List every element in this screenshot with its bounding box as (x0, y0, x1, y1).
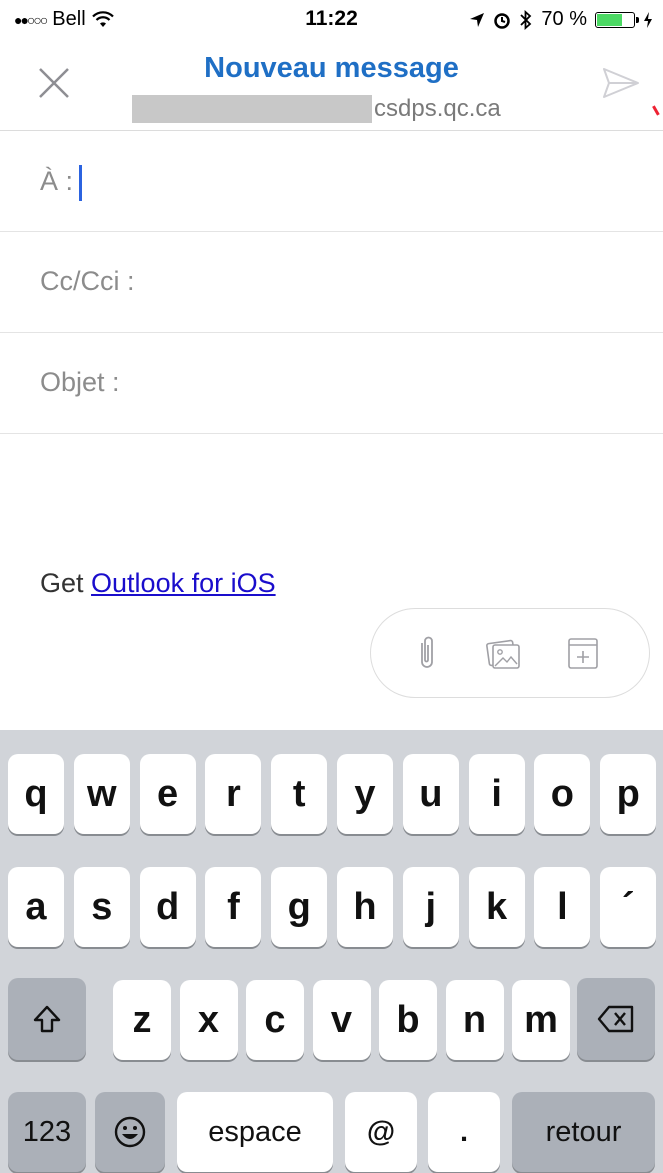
key-0[interactable]: z (113, 980, 171, 1060)
dot-key[interactable]: . (428, 1092, 500, 1172)
signature-prefix: Get (40, 568, 92, 598)
key-7[interactable]: i (468, 754, 525, 834)
page-title: Nouveau message (204, 52, 459, 84)
send-icon[interactable] (601, 65, 641, 101)
at-key[interactable]: @ (345, 1092, 417, 1172)
key-1[interactable]: s (73, 867, 130, 947)
photo-icon[interactable] (483, 633, 523, 673)
numbers-key[interactable]: 123 (8, 1092, 86, 1172)
emoji-icon (114, 1116, 146, 1148)
keyboard: qwertyuiop a s d f g h j k l ´ zxcvbnm 123 espace… (0, 730, 663, 1173)
key-5[interactable]: h (337, 867, 393, 947)
cc-label: Cc/Cci : (40, 266, 135, 296)
key-4[interactable]: b (379, 980, 437, 1060)
shift-key[interactable] (8, 978, 86, 1060)
shift-icon (33, 1005, 61, 1033)
account-domain: csdps.qc.ca (374, 95, 501, 122)
key-9[interactable]: p (600, 754, 657, 834)
key-0[interactable]: q (8, 754, 64, 834)
key-2[interactable]: d (139, 867, 196, 947)
emoji-key[interactable] (95, 1092, 165, 1172)
backspace-icon (597, 1005, 634, 1033)
subject-field[interactable]: Objet : (0, 333, 663, 434)
subject-label: Objet : (40, 367, 120, 397)
compose-header: Nouveau message csdps.qc.ca (0, 40, 663, 131)
key-5[interactable]: n (445, 980, 504, 1060)
key-4[interactable]: g (271, 867, 328, 947)
key-8[interactable]: l (534, 867, 591, 947)
status-bar: ●●○○○ Bell 11:22 70 % (0, 0, 663, 40)
key-1[interactable]: x (179, 980, 238, 1060)
key-3[interactable]: v (312, 980, 371, 1060)
attachment-toolbar (370, 608, 650, 698)
to-label-text: À : (40, 166, 74, 197)
account-address[interactable]: csdps.qc.ca (132, 94, 501, 124)
charging-icon (644, 11, 652, 28)
backspace-key[interactable] (577, 978, 655, 1060)
key-0[interactable]: a (8, 867, 64, 947)
red-marker (652, 102, 663, 116)
text-caret (79, 165, 83, 201)
key-9[interactable]: ´ (600, 867, 657, 947)
key-2[interactable]: c (246, 980, 304, 1060)
key-3[interactable]: f (205, 867, 262, 947)
to-label: À : (40, 165, 83, 201)
key-5[interactable]: y (337, 754, 393, 834)
key-6[interactable]: j (402, 867, 459, 947)
key-8[interactable]: o (534, 754, 591, 834)
paperclip-icon[interactable] (407, 633, 447, 673)
redacted-account-name (132, 95, 372, 123)
key-6[interactable]: u (402, 754, 459, 834)
outlook-ios-link[interactable]: Outlook for iOS (91, 568, 276, 598)
message-signature: Get Outlook for iOS (40, 568, 276, 599)
location-arrow-icon (470, 12, 485, 27)
calendar-add-icon[interactable] (563, 633, 603, 673)
key-6[interactable]: m (512, 980, 570, 1060)
return-key[interactable]: retour (512, 1092, 655, 1172)
key-2[interactable]: e (139, 754, 196, 834)
bluetooth-icon (520, 9, 532, 30)
battery-percent: 70 % (541, 8, 587, 30)
space-key[interactable]: espace (177, 1092, 333, 1172)
to-field[interactable]: À : (0, 131, 663, 232)
key-4[interactable]: t (271, 754, 328, 834)
alarm-icon (494, 12, 511, 29)
cc-field[interactable]: Cc/Cci : (0, 232, 663, 333)
status-right: 70 % (469, 8, 653, 31)
key-3[interactable]: r (205, 754, 262, 834)
battery-icon (595, 11, 639, 28)
battery-fill (597, 13, 622, 26)
key-1[interactable]: w (73, 754, 130, 834)
key-7[interactable]: k (468, 867, 525, 947)
